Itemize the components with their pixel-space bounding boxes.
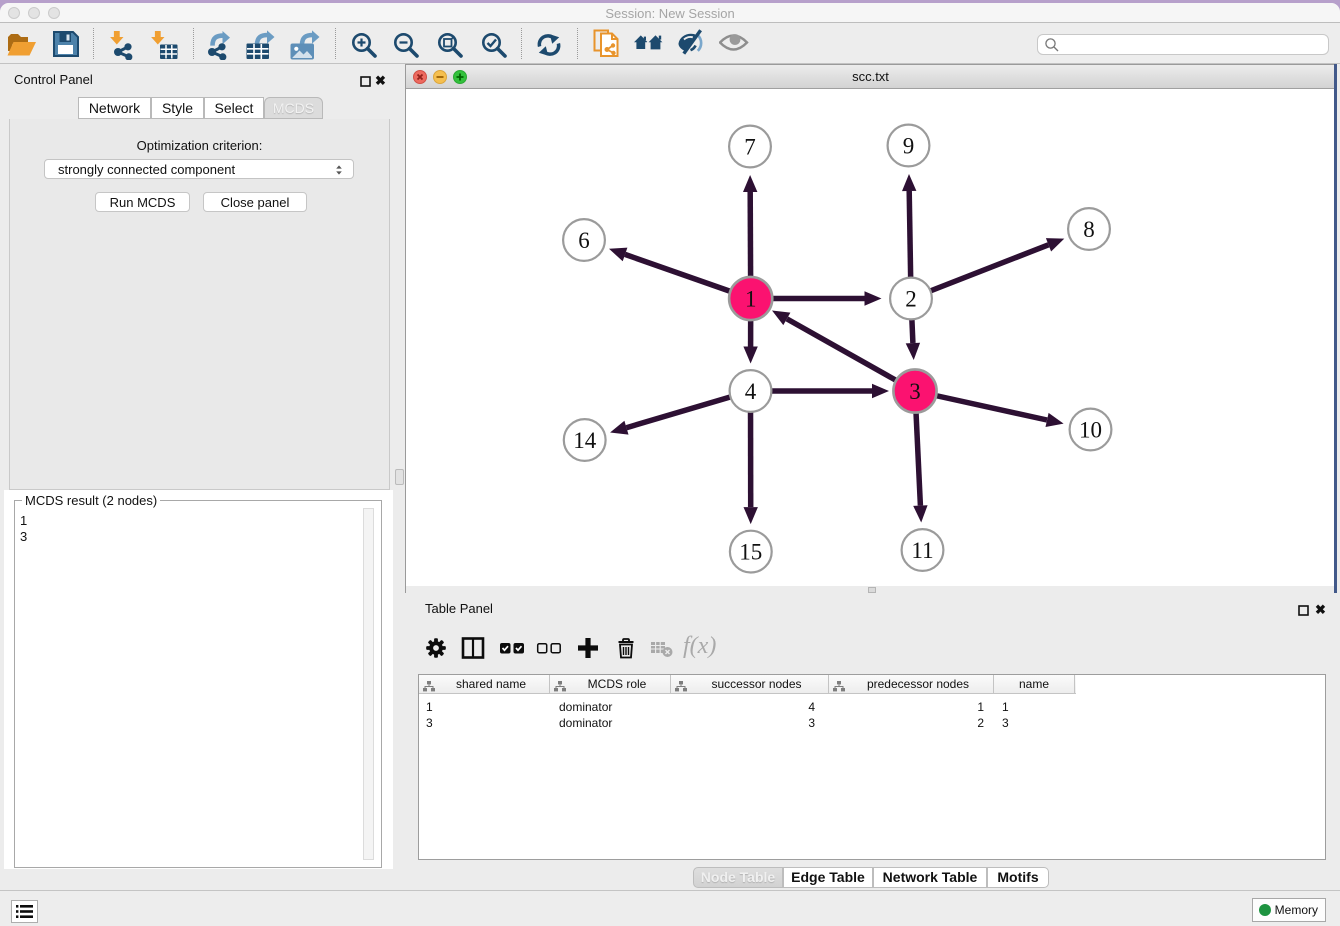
svg-text:2: 2: [905, 287, 917, 312]
svg-text:14: 14: [573, 428, 597, 453]
svg-text:11: 11: [911, 538, 933, 563]
svg-text:3: 3: [909, 379, 921, 404]
svg-text:4: 4: [745, 379, 757, 404]
svg-text:6: 6: [578, 228, 590, 253]
svg-text:8: 8: [1083, 217, 1095, 242]
svg-text:7: 7: [744, 135, 756, 160]
svg-text:1: 1: [745, 287, 757, 312]
svg-text:10: 10: [1079, 418, 1102, 443]
svg-text:15: 15: [739, 540, 762, 565]
svg-text:9: 9: [903, 134, 915, 159]
